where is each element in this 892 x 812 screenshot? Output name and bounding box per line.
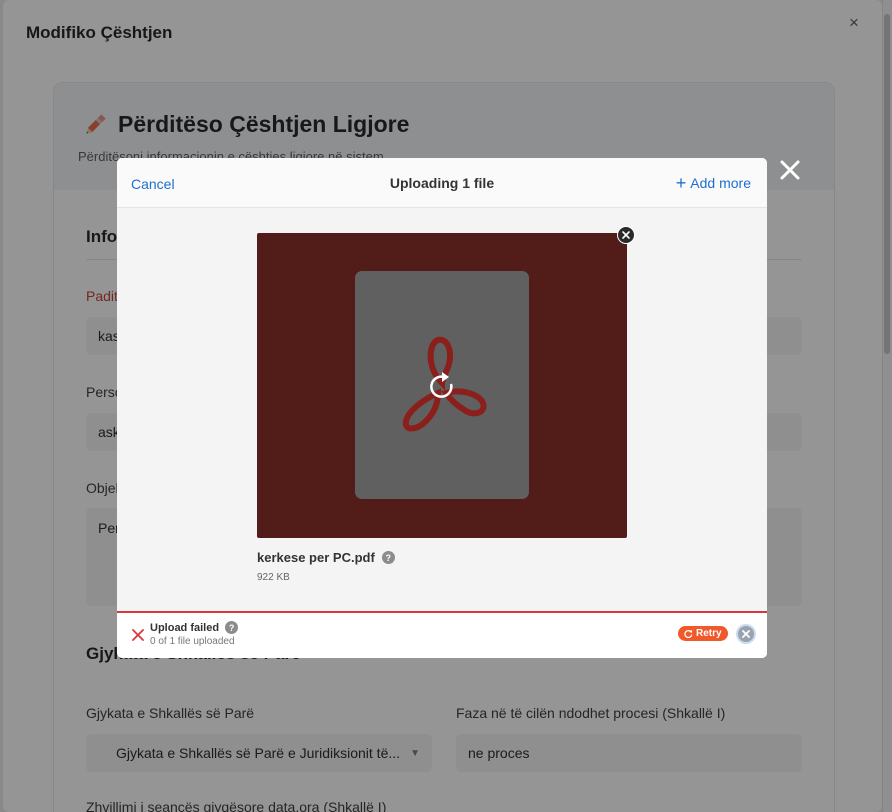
help-icon[interactable]: ?: [225, 621, 239, 634]
pdf-icon: [402, 336, 487, 432]
add-more-button[interactable]: + Add more: [676, 174, 751, 192]
close-icon: [742, 630, 750, 638]
file-size: 922 KB: [257, 572, 290, 583]
upload-failed-title: Upload failed ?: [150, 621, 239, 634]
retry-icon: [684, 629, 693, 638]
upload-count: 0 of 1 file uploaded: [150, 636, 235, 647]
retry-button[interactable]: Retry: [678, 626, 728, 641]
error-x-icon: [132, 629, 144, 641]
remove-file-icon[interactable]: [617, 226, 635, 244]
upload-dialog-header: Cancel Uploading 1 file + Add more: [117, 158, 767, 208]
upload-dialog: Cancel Uploading 1 file + Add more kerke…: [117, 158, 767, 658]
close-icon[interactable]: [778, 158, 802, 182]
upload-dialog-title: Uploading 1 file: [389, 175, 495, 191]
plus-icon: +: [675, 173, 687, 193]
help-icon[interactable]: ?: [381, 551, 395, 564]
document-thumbnail: [355, 271, 529, 499]
cancel-all-button[interactable]: [736, 624, 756, 644]
upload-status-bar: Upload failed ? 0 of 1 file uploaded Ret…: [117, 611, 767, 658]
file-name: kerkese per PC.pdf ?: [257, 550, 395, 565]
file-preview: [257, 233, 627, 538]
